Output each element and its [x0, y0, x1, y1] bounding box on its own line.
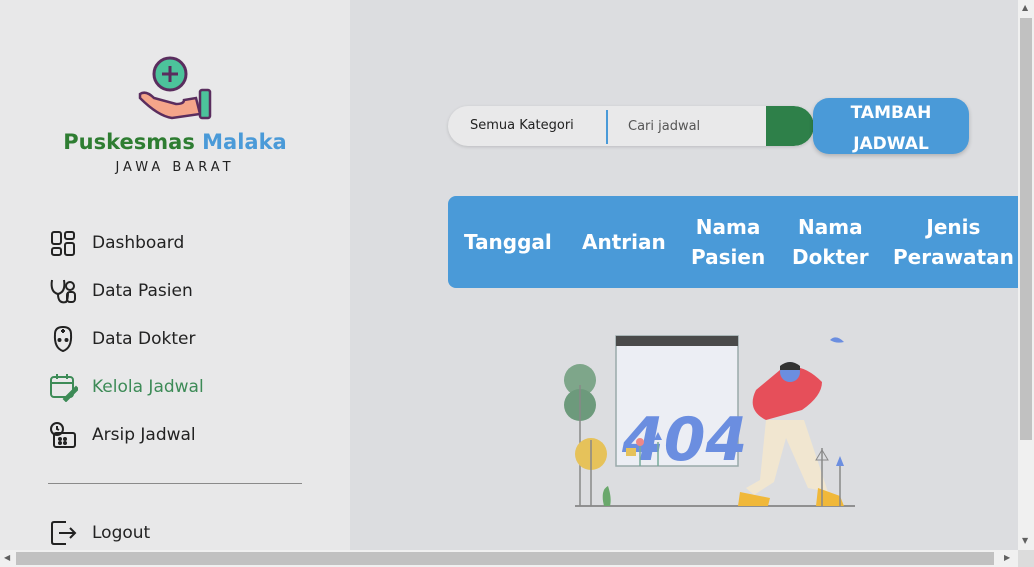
sidebar-item-label: Arsip Jadwal: [92, 425, 196, 445]
sidebar-item-data-dokter[interactable]: Data Dokter: [48, 323, 195, 355]
column-header-jenis-perawatan: Jenis Perawatan: [893, 215, 1014, 269]
dashboard-icon: [51, 231, 75, 256]
scroll-down-icon[interactable]: ▼: [1022, 536, 1028, 545]
brand-name-part1: Puskesmas: [63, 130, 195, 154]
sidebar-item-data-pasien[interactable]: Data Pasien: [48, 275, 193, 307]
table-header: Tanggal Antrian Nama Pasien Nama Dokter Je…: [448, 196, 1018, 288]
category-select[interactable]: Semua Kategori: [470, 118, 574, 133]
search-input[interactable]: [616, 112, 785, 140]
logout-icon: [51, 521, 77, 545]
brand-name: Puskesmas Malaka: [0, 130, 350, 154]
calendar-edit-icon: [50, 374, 78, 402]
scroll-left-icon[interactable]: ◀: [4, 553, 10, 562]
vertical-scrollbar-thumb[interactable]: [1020, 18, 1032, 440]
sidebar-item-kelola-jadwal[interactable]: Kelola Jadwal: [48, 371, 204, 403]
add-button-line2: JADWAL: [853, 134, 929, 154]
sidebar-item-label: Kelola Jadwal: [92, 377, 204, 397]
column-header-nama-pasien: Nama Pasien: [691, 215, 766, 269]
scroll-up-icon[interactable]: ▲: [1022, 3, 1028, 12]
scrollbar-corner: [1018, 550, 1034, 567]
column-header-tanggal: Tanggal: [464, 230, 552, 254]
sidebar-item-arsip-jadwal[interactable]: Arsip Jadwal: [48, 419, 196, 451]
search-bar: Semua Kategori: [448, 106, 814, 146]
logout-button[interactable]: Logout: [48, 517, 150, 549]
logout-label: Logout: [92, 523, 151, 543]
archive-calendar-icon: [50, 422, 76, 448]
stethoscope-icon: [50, 279, 76, 304]
column-header-nama-dokter: Nama Dokter: [792, 215, 869, 269]
sidebar-item-dashboard[interactable]: Dashboard: [48, 227, 184, 259]
sidebar-item-label: Data Pasien: [92, 281, 193, 301]
sidebar-item-label: Dashboard: [92, 233, 185, 253]
horizontal-scrollbar[interactable]: ◀ ▶: [0, 550, 1018, 567]
vertical-scrollbar[interactable]: ▲ ▼: [1018, 0, 1034, 550]
sidebar: Puskesmas Malaka JAWA BARAT Dashboard Da…: [0, 0, 350, 550]
column-header-antrian: Antrian: [582, 230, 666, 254]
scroll-right-icon[interactable]: ▶: [1004, 553, 1010, 562]
hand-plus-icon: [138, 56, 212, 120]
horizontal-scrollbar-thumb[interactable]: [16, 552, 994, 565]
add-button-line1: TAMBAH: [850, 103, 932, 123]
add-schedule-button[interactable]: TAMBAH JADWAL: [813, 98, 969, 154]
search-separator: [606, 110, 608, 144]
brand-subtitle: JAWA BARAT: [115, 160, 235, 175]
404-illustration: 404: [564, 335, 855, 507]
doctor-icon: [53, 325, 73, 353]
main-content: Semua Kategori TAMBAH JADWAL Tanggal Ant…: [350, 0, 1018, 550]
sidebar-divider: [48, 483, 302, 484]
brand-name-part2: Malaka: [202, 130, 287, 154]
search-submit-button[interactable]: [766, 106, 814, 146]
sidebar-item-label: Data Dokter: [92, 329, 196, 349]
